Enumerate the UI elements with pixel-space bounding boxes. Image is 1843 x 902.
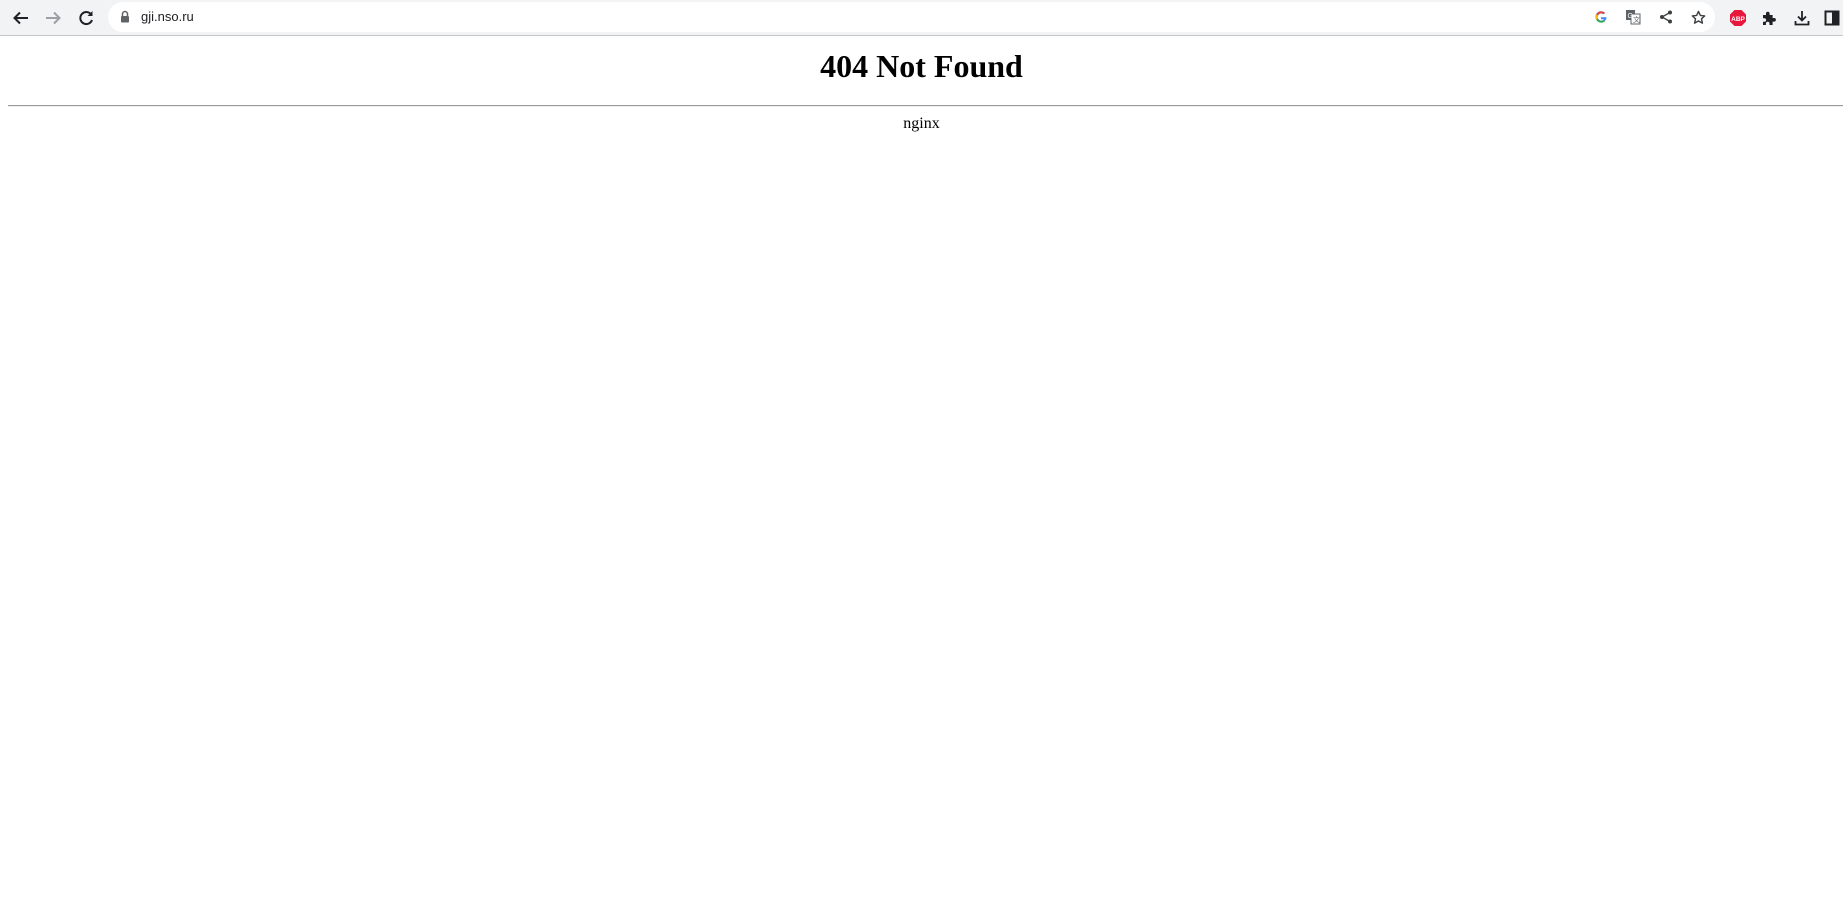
reload-button[interactable] — [72, 4, 100, 32]
back-button[interactable] — [7, 4, 35, 32]
adblock-plus-icon: ABP — [1730, 10, 1746, 26]
translate-icon: G文 — [1626, 10, 1641, 25]
bookmark-button[interactable] — [1684, 3, 1712, 31]
back-icon — [13, 11, 28, 25]
lock-icon — [121, 10, 129, 23]
url-text[interactable]: gji.nso.ru — [141, 9, 194, 24]
server-signature: nginx — [903, 115, 940, 132]
share-button[interactable] — [1652, 3, 1680, 31]
divider — [8, 105, 1843, 107]
page-title: 404 Not Found — [820, 48, 1023, 84]
side-panel-icon — [1824, 10, 1840, 26]
reload-icon — [79, 11, 93, 26]
svg-text:文: 文 — [1633, 15, 1640, 24]
forward-button[interactable] — [39, 4, 67, 32]
translate-button[interactable]: G文 — [1619, 3, 1647, 31]
extensions-icon — [1763, 11, 1776, 25]
share-icon — [1660, 10, 1672, 24]
google-lens-button[interactable] — [1587, 3, 1615, 31]
downloads-button[interactable] — [1788, 4, 1816, 32]
google-icon — [1595, 11, 1607, 23]
star-icon — [1691, 10, 1705, 24]
download-icon — [1794, 11, 1810, 26]
browser-toolbar: gji.nso.ru G文 ABP — [0, 0, 1843, 36]
svg-text:ABP: ABP — [1731, 16, 1745, 23]
extensions-button[interactable] — [1755, 4, 1783, 32]
side-panel-button[interactable] — [1818, 4, 1843, 32]
adblock-plus-button[interactable]: ABP — [1724, 4, 1752, 32]
forward-icon — [46, 11, 61, 25]
page-content: 404 Not Found nginx — [0, 36, 1843, 133]
address-bar[interactable]: gji.nso.ru G文 — [108, 2, 1715, 32]
